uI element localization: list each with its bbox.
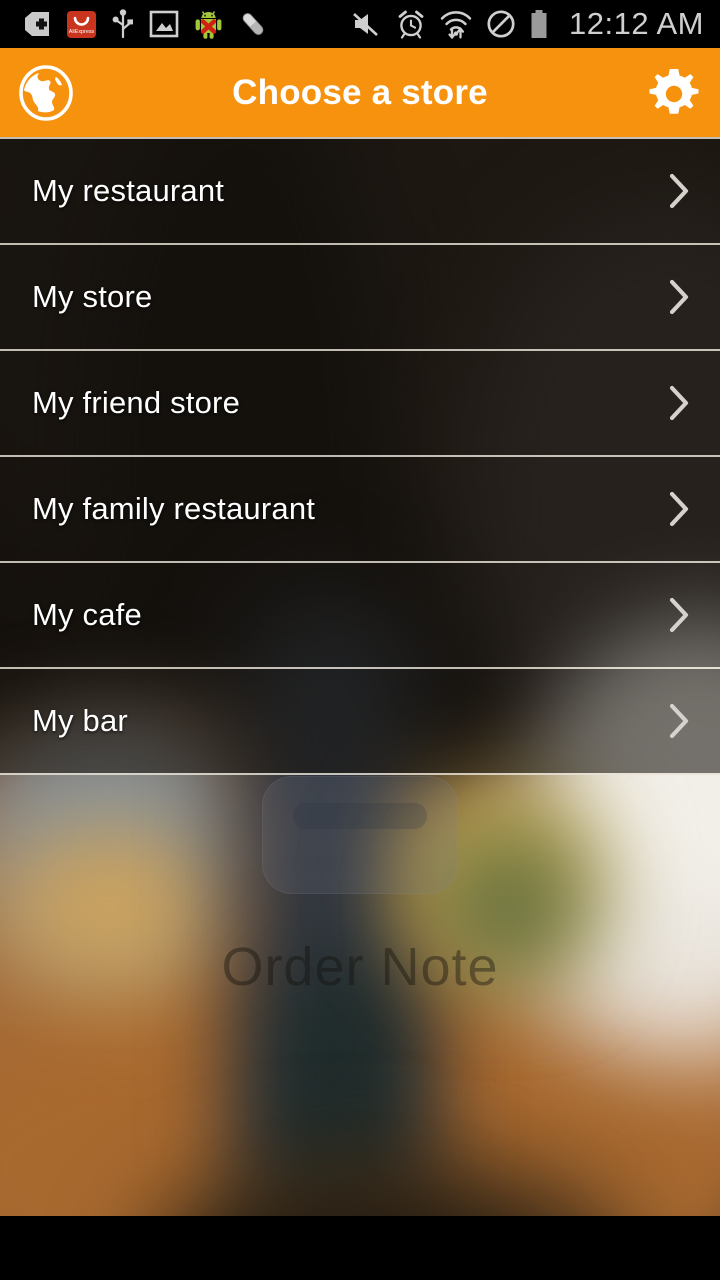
list-item-label: My restaurant: [32, 173, 225, 208]
list-item-label: My store: [32, 279, 153, 314]
status-bar-left-icons: AliExpress: [0, 8, 268, 40]
status-bar-right-icons: 12:12 AM: [351, 5, 720, 41]
do-not-disturb-icon: [487, 10, 515, 38]
list-item[interactable]: My restaurant: [0, 139, 720, 243]
list-divider: [0, 773, 720, 775]
status-bar-clock: 12:12 AM: [569, 5, 704, 41]
app-badge-plus-icon: [25, 12, 49, 36]
list-item[interactable]: My bar: [0, 669, 720, 773]
chevron-right-icon: [666, 595, 720, 635]
chevron-right-icon: [666, 171, 720, 211]
phone-screen: AliExpress 12:12 AM Choose a store Order…: [0, 0, 720, 1280]
list-item[interactable]: My store: [0, 245, 720, 349]
mute-icon: [353, 13, 378, 36]
alarm-icon: [398, 10, 424, 39]
chevron-right-icon: [666, 383, 720, 423]
list-item[interactable]: My family restaurant: [0, 457, 720, 561]
wifi-data-icon: [440, 11, 472, 39]
list-item[interactable]: My friend store: [0, 351, 720, 455]
list-item-label: My friend store: [32, 385, 241, 420]
screenshot-icon: [149, 10, 179, 38]
list-item-label: My family restaurant: [32, 491, 316, 526]
app-header: Choose a store: [0, 48, 720, 137]
aliexpress-icon: AliExpress: [67, 10, 96, 38]
page-title: Choose a store: [232, 72, 488, 112]
usb-icon: [112, 9, 133, 39]
list-item-label: My cafe: [32, 597, 142, 632]
gear-icon[interactable]: [646, 66, 702, 122]
chevron-right-icon: [666, 701, 720, 741]
android-error-icon: [195, 10, 222, 39]
battery-icon: [531, 9, 547, 38]
status-bar: AliExpress 12:12 AM: [0, 0, 720, 48]
svg-text:AliExpress: AliExpress: [69, 29, 95, 35]
capsule-icon: [242, 13, 264, 35]
store-list: My restaurant My store My friend store M…: [0, 137, 720, 776]
chevron-right-icon: [666, 489, 720, 529]
chevron-right-icon: [666, 277, 720, 317]
list-item-label: My bar: [32, 703, 128, 738]
navigation-bar: [0, 1216, 720, 1280]
list-item[interactable]: My cafe: [0, 563, 720, 667]
